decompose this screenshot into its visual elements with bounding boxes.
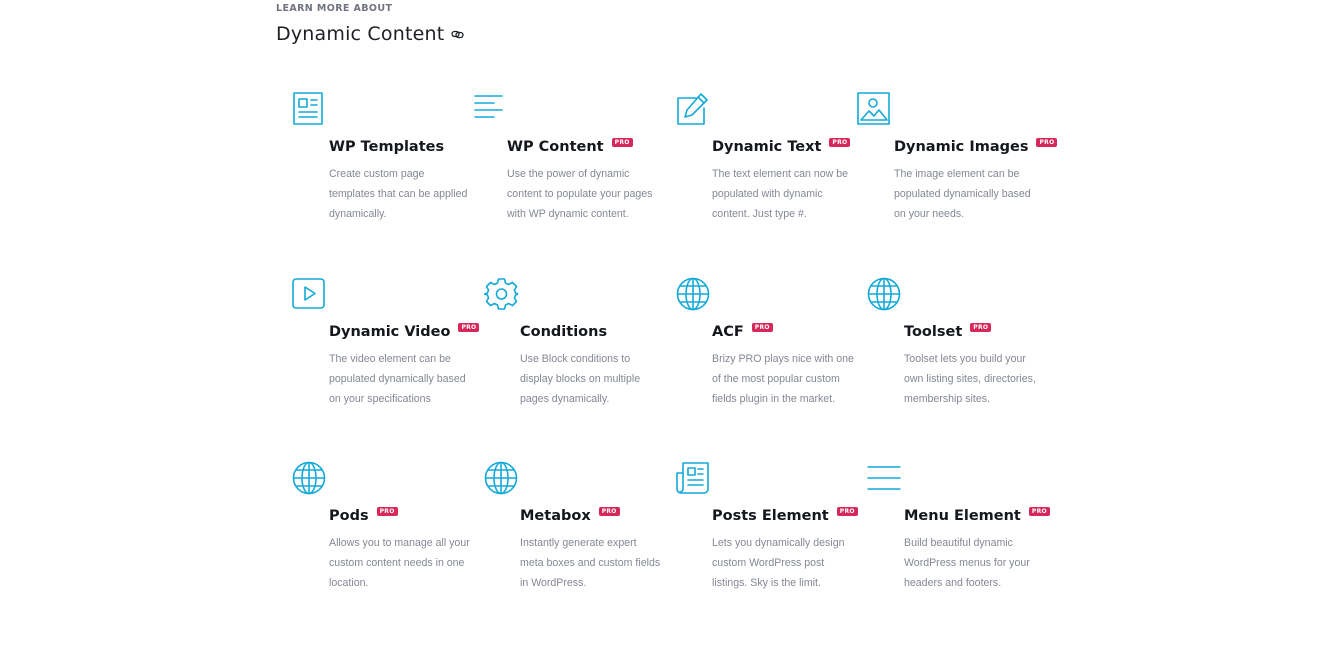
feature-description: Use Block conditions to display blocks o… <box>520 353 641 405</box>
feature-title: Dynamic Video PRO <box>329 323 480 340</box>
feature-menu-element: Menu Element PRO Build beautiful dynamic … <box>867 461 1067 621</box>
globe-icon <box>292 461 326 495</box>
feature-title: Toolset PRO <box>904 323 992 340</box>
feature-description: Brizy PRO plays nice with one of the mos… <box>712 353 854 405</box>
feature-title: ACF PRO <box>712 323 773 340</box>
globe-icon <box>484 461 518 495</box>
feature-title: WP Templates <box>329 139 445 155</box>
feature-title: Dynamic Text PRO <box>712 138 851 155</box>
feature-description: Instantly generate expert meta boxes and… <box>520 537 661 589</box>
feature-description: Toolset lets you build your own listing … <box>904 353 1036 405</box>
pro-badge: PRO <box>598 507 620 516</box>
pro-badge: PRO <box>970 323 992 332</box>
feature-description: The video element can be populated dynam… <box>329 353 466 405</box>
pro-badge: PRO <box>611 138 633 147</box>
section-eyebrow: LEARN MORE ABOUT <box>276 3 393 14</box>
menu-lines-icon <box>867 461 901 495</box>
pro-badge: PRO <box>1028 507 1050 516</box>
feature-toolset: Toolset PRO Toolset lets you build your o… <box>867 277 1067 437</box>
feature-title: Posts Element PRO <box>712 507 858 524</box>
feature-title: Pods PRO <box>329 507 398 524</box>
feature-dynamic-images: Dynamic Images PRO The image element can … <box>857 92 1058 252</box>
feature-title: Metabox PRO <box>520 507 620 524</box>
feature-title: WP Content PRO <box>507 138 633 155</box>
feature-pods: Pods PRO Allows you to manage all your cu… <box>292 461 492 621</box>
feature-conditions: Conditions Use Block conditions to displ… <box>484 277 684 437</box>
feature-posts-element: Posts Element PRO Lets you dynamically de… <box>676 461 876 621</box>
pro-badge: PRO <box>829 138 851 147</box>
feature-description: Build beautiful dynamic WordPress menus … <box>904 537 1030 589</box>
feature-metabox: Metabox PRO Instantly generate expert met… <box>484 461 684 621</box>
section-title-text: Dynamic Content <box>276 23 445 45</box>
feature-wp-templates: WP Templates Create custom page template… <box>292 92 492 252</box>
page-template-icon <box>292 92 326 126</box>
pencil-edit-icon <box>676 92 710 126</box>
pro-badge: PRO <box>376 507 398 516</box>
newspaper-icon <box>676 461 710 495</box>
feature-description: Create custom page templates that can be… <box>329 168 468 220</box>
play-video-icon <box>292 277 326 311</box>
feature-description: The text element can now be populated wi… <box>712 168 849 220</box>
globe-icon <box>867 277 901 311</box>
gear-icon <box>484 277 518 311</box>
text-lines-icon <box>474 92 508 126</box>
feature-description: Use the power of dynamic content to popu… <box>507 168 653 220</box>
pro-badge: PRO <box>751 323 773 332</box>
feature-title: Menu Element PRO <box>904 507 1050 524</box>
pro-badge: PRO <box>1036 138 1058 147</box>
globe-icon <box>676 277 710 311</box>
feature-acf: ACF PRO Brizy PRO plays nice with one of … <box>676 277 876 437</box>
feature-description: The image element can be populated dynam… <box>894 168 1031 220</box>
feature-dynamic-video: Dynamic Video PRO The video element can b… <box>292 277 492 437</box>
pro-badge: PRO <box>836 507 858 516</box>
feature-description: Allows you to manage all your custom con… <box>329 537 470 589</box>
feature-wp-content: WP Content PRO Use the power of dynamic c… <box>474 92 674 252</box>
section-title: Dynamic Content <box>276 23 465 45</box>
image-icon <box>857 92 891 126</box>
feature-description: Lets you dynamically design custom WordP… <box>712 537 845 589</box>
feature-title: Dynamic Images PRO <box>894 138 1058 155</box>
feature-dynamic-text: Dynamic Text PRO The text element can now… <box>676 92 876 252</box>
pro-badge: PRO <box>458 323 480 332</box>
link-icon[interactable] <box>451 28 465 41</box>
feature-title: Conditions <box>520 324 608 340</box>
